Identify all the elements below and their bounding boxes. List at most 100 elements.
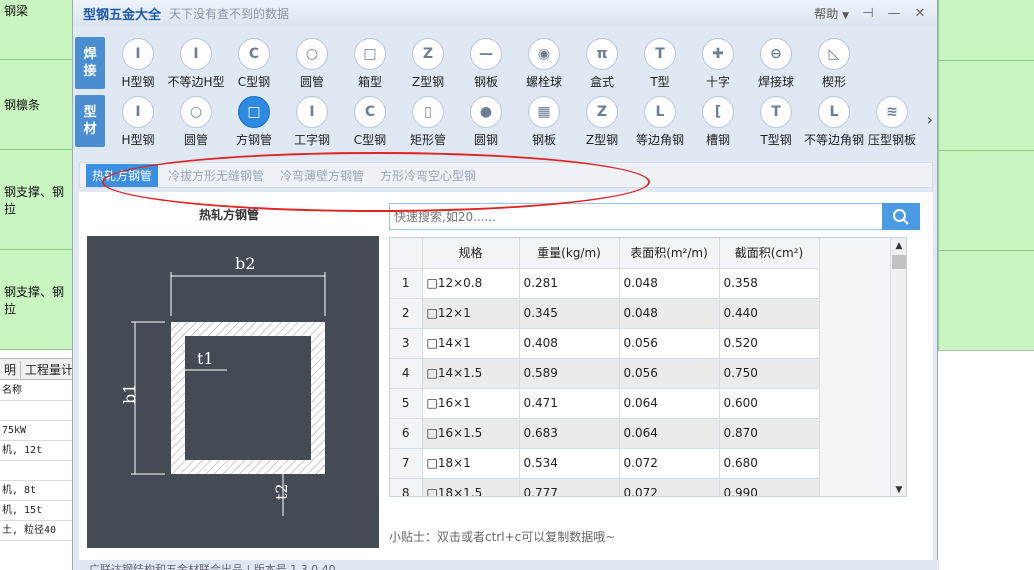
table-row[interactable]: 2 □12×1 0.345 0.048 0.440 — [390, 298, 820, 329]
sheet-row[interactable]: 土, 粒径40 — [0, 521, 75, 541]
table-cell[interactable]: □14×1.5 — [422, 358, 520, 389]
tool-item[interactable]: ◺ 楔形 — [805, 34, 863, 92]
round-pipe-icon: ○ — [296, 38, 328, 70]
tool-item[interactable]: ✚ 十字 — [689, 34, 747, 92]
tool-item-label: C型钢 — [237, 75, 271, 89]
table-cell[interactable]: □12×0.8 — [422, 268, 520, 299]
table-row[interactable]: 4 □14×1.5 0.589 0.056 0.750 — [390, 358, 820, 389]
table-cell[interactable]: 0.683 — [519, 418, 620, 449]
table-cell[interactable]: 0.281 — [519, 268, 620, 299]
tool-item[interactable]: ● 圆钢 — [457, 92, 515, 150]
table-row[interactable]: 7 □18×1 0.534 0.072 0.680 — [390, 448, 820, 479]
tool-item[interactable]: ▦ 钢板 — [515, 92, 573, 150]
table-cell[interactable]: 0.990 — [719, 478, 820, 496]
table-cell[interactable]: 0.064 — [619, 388, 720, 419]
sheet-cell[interactable]: 钢梁 — [0, 0, 75, 60]
table-cell[interactable]: 0.056 — [619, 358, 720, 389]
column-header[interactable]: 截面积(cm²) — [719, 238, 820, 269]
tool-item[interactable]: ⊖ 焊接球 — [747, 34, 805, 92]
table-cell[interactable]: □18×1.5 — [422, 478, 520, 496]
table-cell[interactable]: □12×1 — [422, 298, 520, 329]
table-cell[interactable]: 0.358 — [719, 268, 820, 299]
scroll-up-icon[interactable]: ▲ — [891, 238, 906, 254]
sheet-row[interactable] — [0, 401, 75, 421]
table-cell[interactable]: 0.777 — [519, 478, 620, 496]
sheet-row[interactable]: 75kW — [0, 421, 75, 441]
tool-item[interactable]: ▯ 矩形管 — [399, 92, 457, 150]
table-cell[interactable]: 0.064 — [619, 418, 720, 449]
table-cell[interactable]: 0.440 — [719, 298, 820, 329]
scroll-down-icon[interactable]: ▼ — [891, 482, 906, 496]
column-header[interactable]: 表面积(m²/m) — [619, 238, 720, 269]
tool-item[interactable]: [槽钢 — [689, 92, 747, 150]
tool-item[interactable]: I H型钢 — [109, 34, 167, 92]
table-cell[interactable]: 0.056 — [619, 328, 720, 359]
table-cell[interactable]: 0.600 — [719, 388, 820, 419]
search-button[interactable] — [882, 203, 920, 230]
title-bar[interactable]: 型钢五金大全 天下没有查不到的数据 帮助 ▼ ⊣ — ✕ — [73, 0, 937, 26]
table-cell[interactable]: 0.408 — [519, 328, 620, 359]
column-header[interactable]: 规格 — [422, 238, 520, 269]
sheet-cell[interactable]: 钢支撑、钢拉 — [0, 250, 75, 350]
tool-item[interactable]: I 工字钢 — [283, 92, 341, 150]
window-title: 型钢五金大全 — [83, 7, 162, 23]
table-row[interactable]: 6 □16×1.5 0.683 0.064 0.870 — [390, 418, 820, 449]
table-row[interactable]: 8 □18×1.5 0.777 0.072 0.990 — [390, 478, 820, 496]
table-cell[interactable]: 0.345 — [519, 298, 620, 329]
tool-item[interactable]: □ 方钢管 — [225, 92, 283, 150]
column-header[interactable]: 重量(kg/m) — [519, 238, 620, 269]
table-cell[interactable]: 0.072 — [619, 448, 720, 479]
table-cell[interactable]: 0.471 — [519, 388, 620, 419]
table-cell[interactable]: 0.048 — [619, 298, 720, 329]
table-cell[interactable]: □18×1 — [422, 448, 520, 479]
tool-item[interactable]: Z Z型钢 — [399, 34, 457, 92]
minimize-button[interactable]: — — [887, 6, 901, 21]
table-cell[interactable]: □16×1 — [422, 388, 520, 419]
tool-item[interactable]: Z Z型钢 — [573, 92, 631, 150]
table-scrollbar[interactable]: ▲ ▼ — [890, 238, 906, 496]
table-cell[interactable]: 0.048 — [619, 268, 720, 299]
table-cell[interactable]: 0.534 — [519, 448, 620, 479]
table-cell[interactable]: 0.520 — [719, 328, 820, 359]
scroll-thumb[interactable] — [892, 255, 906, 269]
row-number: 1 — [390, 268, 423, 299]
table-row[interactable]: 3 □14×1 0.408 0.056 0.520 — [390, 328, 820, 359]
tool-item[interactable]: I H型钢 — [109, 92, 167, 150]
tool-item[interactable]: T T型 — [631, 34, 689, 92]
table-row[interactable]: 5 □16×1 0.471 0.064 0.600 — [390, 388, 820, 419]
tool-item[interactable]: — 钢板 — [457, 34, 515, 92]
tool-item[interactable]: L 等边角钢 — [631, 92, 689, 150]
tool-item[interactable]: ○ 圆管 — [167, 92, 225, 150]
tool-item[interactable]: C C型钢 — [225, 34, 283, 92]
tool-item[interactable]: I 不等边H型 — [167, 34, 225, 92]
sheet-row[interactable] — [0, 461, 75, 481]
table-cell[interactable]: 0.072 — [619, 478, 720, 496]
sheet-cell[interactable]: 钢檩条 — [0, 60, 75, 150]
table-cell[interactable]: 0.750 — [719, 358, 820, 389]
table-cell[interactable]: 0.870 — [719, 418, 820, 449]
sheet-row[interactable]: 机, 12t — [0, 441, 75, 461]
tool-item[interactable]: T T型钢 — [747, 92, 805, 150]
help-menu[interactable]: 帮助 ▼ — [814, 5, 849, 22]
sheet-tab[interactable]: 明 — [0, 360, 22, 378]
sheet-row[interactable]: 名称 — [0, 381, 75, 401]
table-cell[interactable]: 0.680 — [719, 448, 820, 479]
pin-icon[interactable]: ⊣ — [861, 6, 875, 21]
table-cell[interactable]: 0.589 — [519, 358, 620, 389]
sheet-row[interactable]: 机, 8t — [0, 481, 75, 501]
table-row[interactable]: 1 □12×0.8 0.281 0.048 0.358 — [390, 268, 820, 299]
sheet-cell[interactable]: 钢支撑、钢拉 — [0, 150, 75, 250]
sheet-tab[interactable]: 工程量计 — [21, 360, 79, 378]
tool-item[interactable]: ◉ 螺栓球 — [515, 34, 573, 92]
chevron-right-icon[interactable]: › — [927, 110, 933, 129]
close-button[interactable]: ✕ — [913, 6, 927, 21]
tool-item[interactable]: □ 箱型 — [341, 34, 399, 92]
tool-item[interactable]: π 盒式 — [573, 34, 631, 92]
sheet-row[interactable]: 机, 15t — [0, 501, 75, 521]
tool-item[interactable]: L 不等边角钢 — [804, 92, 864, 150]
table-cell[interactable]: □16×1.5 — [422, 418, 520, 449]
tool-item[interactable]: ○ 圆管 — [283, 34, 341, 92]
tool-item[interactable]: C C型钢 — [341, 92, 399, 150]
table-cell[interactable]: □14×1 — [422, 328, 520, 359]
tool-item[interactable]: ≋ 压型钢板 — [863, 92, 921, 150]
